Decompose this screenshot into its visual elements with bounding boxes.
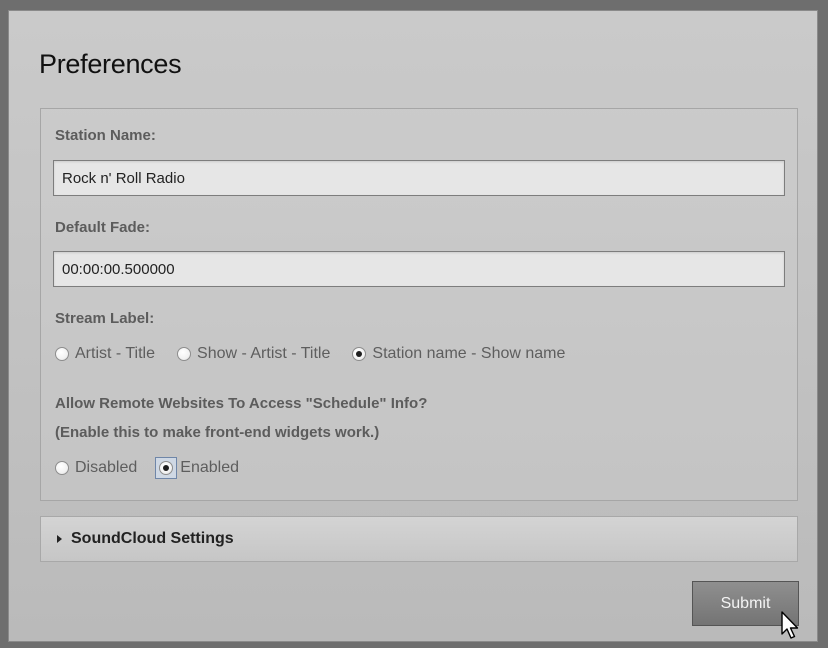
stream-label-label: Stream Label: bbox=[55, 310, 155, 327]
stream-label-radio-group: Artist - Title Show - Artist - Title Sta… bbox=[55, 342, 587, 366]
station-name-input[interactable] bbox=[53, 160, 785, 196]
remote-access-option-disabled[interactable]: Disabled bbox=[55, 459, 137, 477]
radio-focus-ring[interactable] bbox=[155, 457, 178, 479]
triangle-right-icon bbox=[57, 535, 62, 543]
radio-checked-icon[interactable] bbox=[352, 347, 367, 361]
stream-label-option-show-artist-title[interactable]: Show - Artist - Title bbox=[177, 345, 330, 363]
remote-access-option-enabled[interactable]: Enabled bbox=[155, 457, 239, 479]
stream-label-option-artist-title[interactable]: Artist - Title bbox=[55, 345, 155, 363]
default-fade-label: Default Fade: bbox=[55, 219, 151, 236]
radio-label: Disabled bbox=[75, 459, 138, 476]
radio-icon[interactable] bbox=[177, 347, 192, 361]
remote-access-label: Allow Remote Websites To Access "Schedul… bbox=[55, 395, 428, 412]
soundcloud-settings-toggle[interactable]: SoundCloud Settings bbox=[40, 516, 798, 562]
radio-checked-icon[interactable] bbox=[159, 461, 174, 475]
radio-icon[interactable] bbox=[55, 461, 69, 475]
radio-label: Station name - Show name bbox=[372, 345, 566, 362]
radio-label: Show - Artist - Title bbox=[197, 345, 331, 362]
radio-label: Enabled bbox=[180, 459, 239, 476]
page-title: Preferences bbox=[39, 49, 182, 79]
preferences-dialog: Preferences Station Name: Default Fade: … bbox=[8, 10, 818, 642]
preferences-form-section: Station Name: Default Fade: Stream Label… bbox=[40, 108, 798, 501]
mouse-pointer-icon bbox=[781, 611, 799, 639]
radio-label: Artist - Title bbox=[75, 345, 156, 362]
radio-icon[interactable] bbox=[55, 347, 69, 361]
stream-label-option-station-show[interactable]: Station name - Show name bbox=[352, 345, 565, 363]
station-name-label: Station Name: bbox=[55, 127, 156, 144]
remote-access-hint: (Enable this to make front-end widgets w… bbox=[55, 424, 380, 441]
default-fade-input[interactable] bbox=[53, 251, 785, 287]
soundcloud-settings-label: SoundCloud Settings bbox=[71, 530, 234, 547]
remote-access-radio-group: Disabled Enabled bbox=[55, 456, 261, 480]
